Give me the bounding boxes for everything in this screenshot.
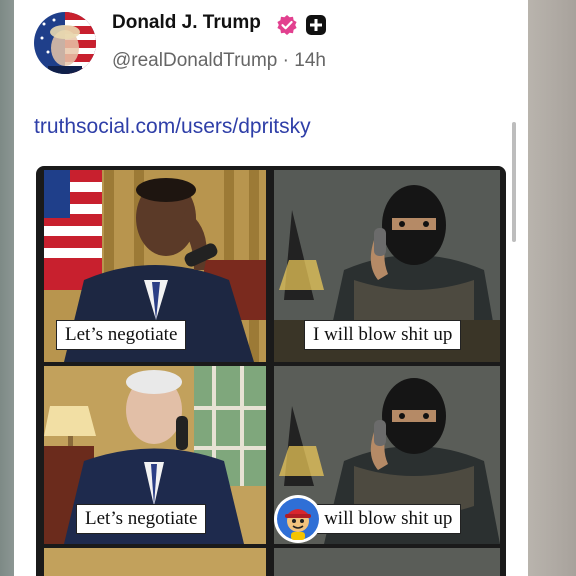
meme-caption: I will blow shit up <box>304 320 462 350</box>
meme-caption: Let’s negotiate <box>76 504 207 534</box>
meta-separator: · <box>282 50 289 71</box>
scrollbar[interactable] <box>512 122 516 242</box>
meme-caption: I will blow shit up <box>304 504 462 534</box>
verified-badge-icon <box>277 15 297 35</box>
post-timestamp[interactable]: 14h <box>294 50 326 71</box>
plus-icon <box>306 15 326 35</box>
post-link[interactable]: truthsocial.com/users/dpritsky <box>34 115 311 139</box>
avatar[interactable] <box>34 12 96 74</box>
meme-image[interactable]: Let’s negotiate I will blow shit up Let’… <box>36 166 506 576</box>
meme-panel-terrorist-top: I will blow shit up <box>274 170 500 362</box>
meme-panel-negotiator-bottom: Let’s negotiate <box>44 366 266 544</box>
meme-caption: Let’s negotiate <box>56 320 187 350</box>
post-meta: @realDonaldTrump · 14h <box>112 50 326 72</box>
author-name[interactable]: Donald J. Trump <box>112 12 261 34</box>
meme-panel-partial-left <box>44 548 266 576</box>
post-card: Donald J. Trump @realDonaldTrump · 14h t… <box>14 0 528 576</box>
meme-panel-negotiator-top: Let’s negotiate <box>44 170 266 362</box>
author-handle[interactable]: @realDonaldTrump <box>112 50 277 71</box>
mascot-sticker-icon <box>274 495 322 543</box>
meme-panel-partial-right <box>274 548 500 576</box>
